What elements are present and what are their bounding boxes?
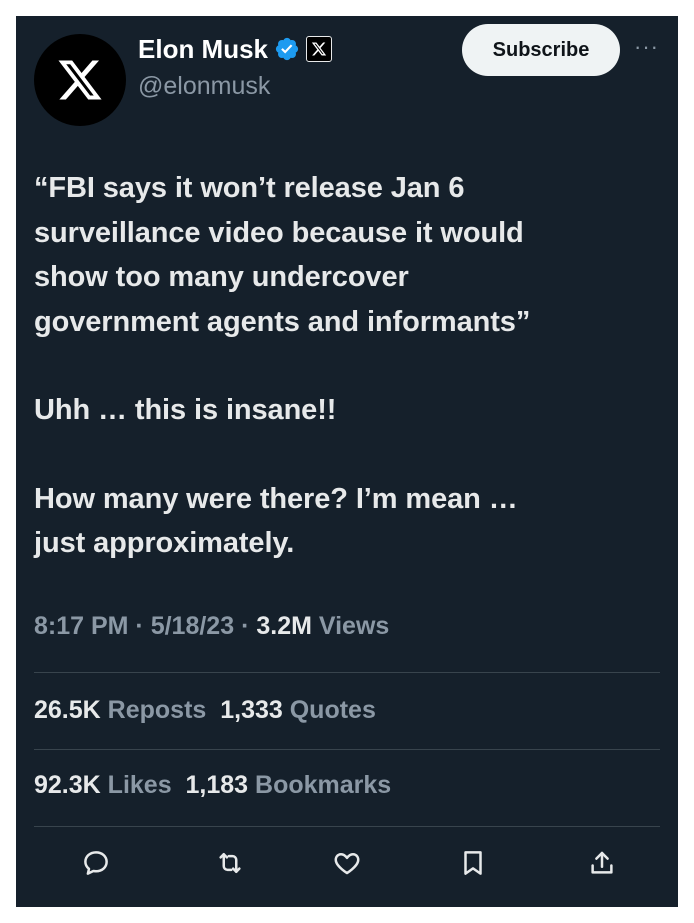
tweet-quote-line: government agents and informants” bbox=[34, 305, 531, 338]
author-display-name[interactable]: Elon Musk bbox=[138, 34, 268, 65]
meta-separator: · bbox=[128, 612, 151, 640]
divider bbox=[34, 672, 660, 673]
tweet-date[interactable]: 5/18/23 bbox=[151, 612, 234, 640]
author-handle[interactable]: @elonmusk bbox=[138, 72, 270, 101]
bookmarks-count: 1,183 bbox=[185, 771, 249, 799]
action-bar bbox=[16, 843, 678, 883]
tweet-line: Uhh … this is insane!! bbox=[34, 394, 337, 426]
subscribe-button[interactable]: Subscribe bbox=[462, 24, 620, 76]
x-logo-icon bbox=[58, 60, 102, 100]
tweet-text: “FBI says it won’t release Jan 6 surveil… bbox=[34, 166, 654, 566]
reply-icon[interactable] bbox=[76, 843, 116, 883]
reposts-stat[interactable]: 26.5K Reposts bbox=[34, 696, 206, 724]
likes-count: 92.3K bbox=[34, 771, 101, 799]
divider bbox=[34, 826, 660, 827]
quotes-label: Quotes bbox=[289, 696, 376, 724]
tweet-quote-line: show too many undercover bbox=[34, 261, 409, 293]
bookmarks-label: Bookmarks bbox=[255, 771, 392, 799]
quotes-count: 1,333 bbox=[220, 696, 283, 724]
like-icon[interactable] bbox=[327, 843, 367, 883]
likes-stat[interactable]: 92.3K Likes bbox=[34, 771, 172, 799]
more-options-icon[interactable]: ··· bbox=[634, 34, 659, 60]
reposts-count: 26.5K bbox=[34, 696, 101, 724]
avatar[interactable] bbox=[34, 34, 126, 126]
tweet-meta: 8:17 PM · 5/18/23 · 3.2M Views bbox=[34, 612, 389, 641]
stats-row-likes: 92.3K Likes 1,183 Bookmarks bbox=[34, 771, 391, 800]
views-label: Views bbox=[318, 612, 390, 640]
meta-separator: · bbox=[234, 612, 257, 640]
bookmarks-stat[interactable]: 1,183 Bookmarks bbox=[186, 771, 392, 799]
tweet-line: just approximately. bbox=[34, 527, 295, 559]
bookmark-icon[interactable] bbox=[453, 843, 493, 883]
tweet-quote-line: “FBI says it won’t release Jan 6 bbox=[34, 172, 465, 204]
tweet-card: Elon Musk @elonmusk Subscribe ··· “FBI s… bbox=[16, 16, 678, 907]
stats-row-reposts: 26.5K Reposts 1,333 Quotes bbox=[34, 696, 376, 725]
tweet-quote-line: surveillance video because it would bbox=[34, 216, 524, 249]
quotes-stat[interactable]: 1,333 Quotes bbox=[220, 696, 376, 724]
share-icon[interactable] bbox=[582, 843, 622, 883]
repost-icon[interactable] bbox=[210, 843, 250, 883]
views-count: 3.2M bbox=[256, 612, 312, 640]
tweet-line: How many were there? I’m mean … bbox=[34, 482, 518, 515]
divider bbox=[34, 749, 660, 750]
x-affiliate-icon[interactable] bbox=[306, 36, 333, 62]
likes-label: Likes bbox=[107, 771, 172, 799]
verified-badge-icon[interactable] bbox=[274, 36, 300, 62]
reposts-label: Reposts bbox=[107, 696, 207, 724]
tweet-time[interactable]: 8:17 PM bbox=[34, 612, 128, 640]
author-name-row[interactable]: Elon Musk bbox=[138, 34, 333, 65]
